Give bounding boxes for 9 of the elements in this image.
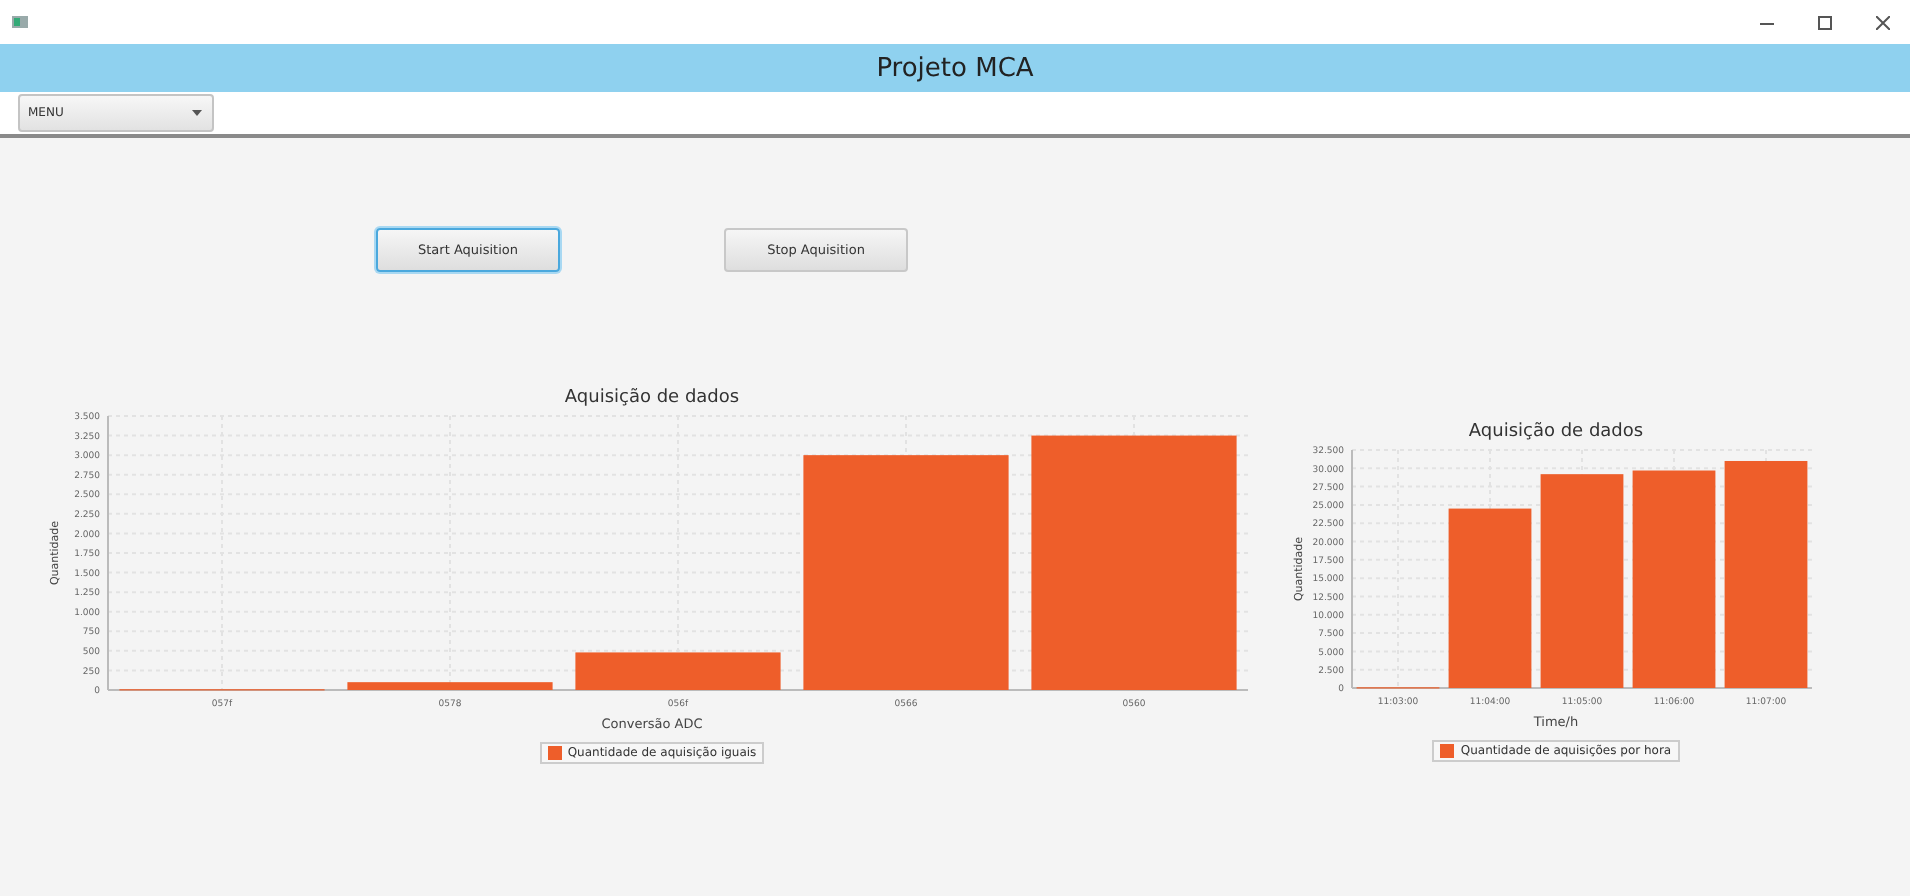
legend-swatch	[1440, 744, 1455, 758]
app-icon	[12, 16, 28, 28]
maximize-icon[interactable]	[1818, 15, 1832, 29]
chart-title: Aquisição de dados	[564, 388, 740, 408]
caret-icon	[192, 110, 202, 116]
chart-title: Aquisição de dados	[1468, 422, 1644, 442]
window-title: Projeto MCA	[876, 53, 1034, 83]
legend-swatch	[547, 746, 562, 760]
close-icon[interactable]	[1876, 15, 1890, 29]
